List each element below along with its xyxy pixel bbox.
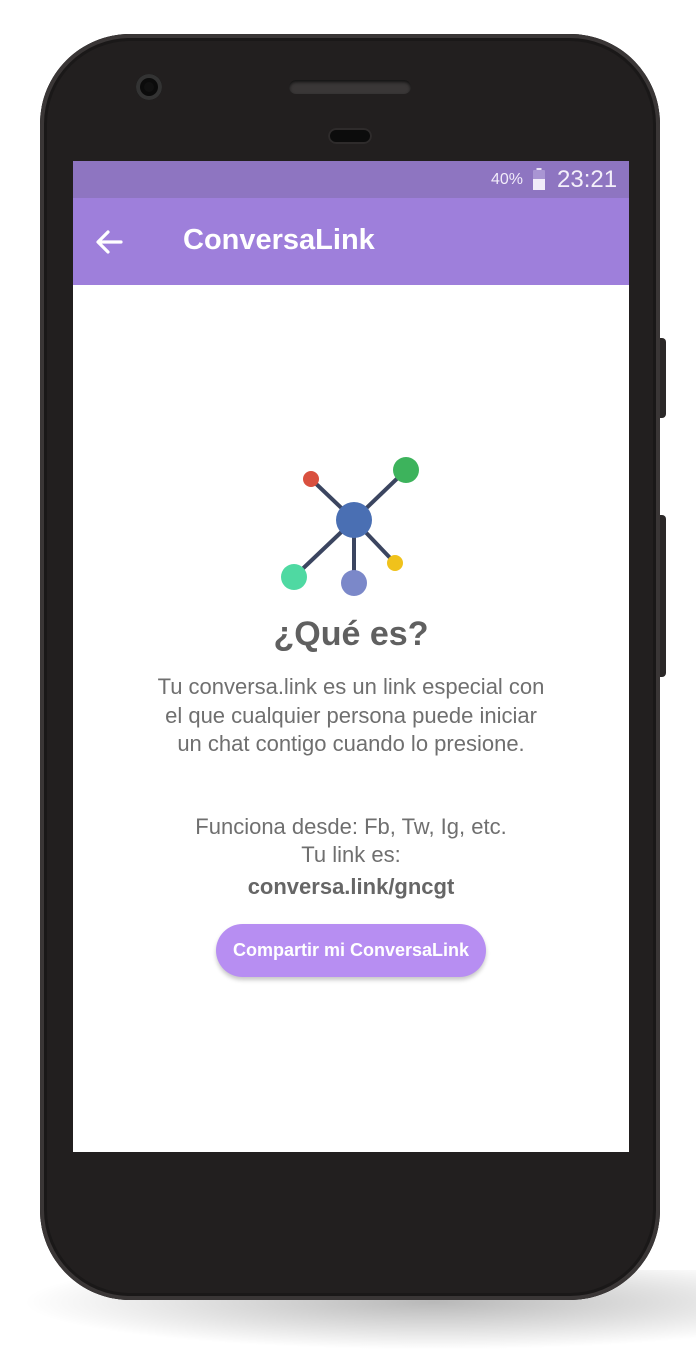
battery-percentage: 40% bbox=[491, 171, 524, 188]
description-text: Tu conversa.link es un link especial con… bbox=[157, 674, 545, 756]
share-link-button[interactable]: Compartir mi ConversaLink bbox=[216, 924, 486, 977]
proximity-sensor bbox=[328, 128, 372, 144]
supported-platforms-text: Funciona desde: Fb, Tw, Ig, etc. bbox=[195, 814, 507, 839]
personal-link: conversa.link/gncgt bbox=[247, 874, 455, 899]
status-bar: 40% 23:21 bbox=[73, 161, 629, 198]
network-nodes-icon bbox=[281, 457, 419, 596]
front-camera bbox=[136, 74, 162, 100]
app-toolbar: ConversaLink bbox=[73, 198, 629, 285]
section-heading: ¿Qué es? bbox=[273, 615, 429, 653]
status-clock: 23:21 bbox=[557, 166, 618, 193]
phone-screen: 40% 23:21 ConversaLink ¿Qué es? Tu conve… bbox=[73, 161, 629, 1152]
battery-icon bbox=[533, 168, 545, 190]
earpiece-speaker bbox=[289, 80, 411, 94]
link-label: Tu link es: bbox=[301, 842, 401, 867]
arrow-left-icon[interactable] bbox=[91, 224, 127, 260]
app-title: ConversaLink bbox=[183, 224, 375, 256]
